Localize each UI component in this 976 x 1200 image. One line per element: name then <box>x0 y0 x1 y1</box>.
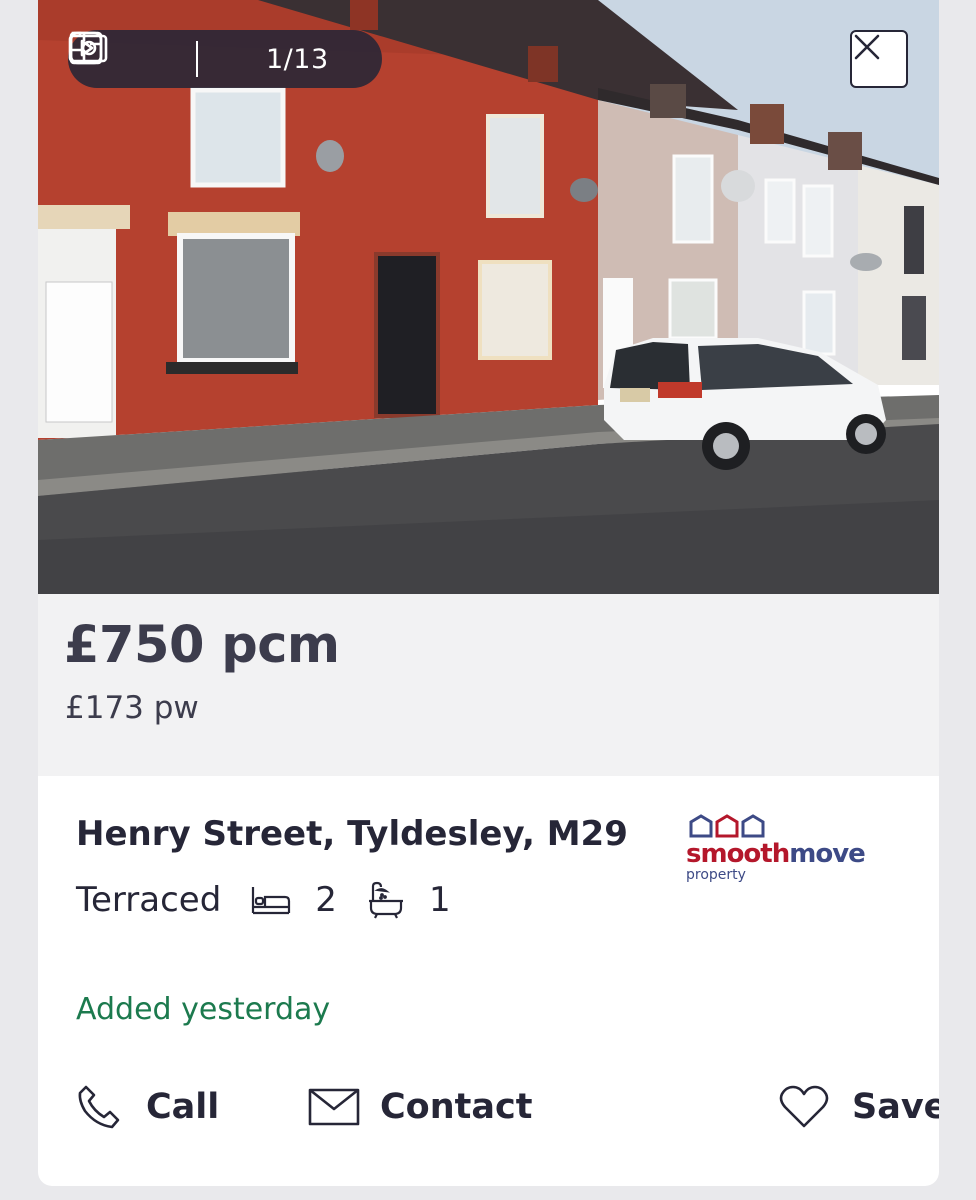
price-section: £750 pcm £173 pw <box>38 594 939 776</box>
call-button[interactable]: Call <box>76 1082 219 1132</box>
play-icon[interactable] <box>69 31 178 78</box>
close-button[interactable] <box>850 30 908 88</box>
save-button[interactable]: Save <box>778 1082 939 1132</box>
bed-icon <box>251 885 291 915</box>
call-label: Call <box>146 1087 220 1127</box>
envelope-icon <box>308 1088 360 1126</box>
agent-brand-blue: move <box>789 839 866 869</box>
media-toolbar: 1/13 <box>68 30 382 88</box>
price-weekly: £173 pw <box>65 690 199 726</box>
property-type: Terraced <box>76 880 222 920</box>
agent-logo-houses <box>688 814 896 838</box>
bathroom-count: 1 <box>428 880 451 920</box>
bath-icon <box>367 881 405 919</box>
agent-brand-sub: property <box>686 867 746 883</box>
bedroom-count: 2 <box>315 880 337 920</box>
contact-button[interactable]: Contact <box>308 1082 532 1132</box>
agent-logo[interactable]: smoothmove property <box>686 814 896 894</box>
street-photo-illustration <box>38 0 939 594</box>
property-card: 1/13 £750 pcm £173 pw Henry Street, Tyld… <box>38 0 939 1186</box>
action-bar: Call Contact Save <box>76 1082 939 1132</box>
price-monthly: £750 pcm <box>64 616 340 675</box>
property-address: Henry Street, Tyldesley, M29 <box>76 814 628 854</box>
property-features: Terraced 2 1 <box>76 880 451 920</box>
heart-icon <box>779 1085 829 1128</box>
photo-counter: 1/13 <box>266 43 329 75</box>
property-photo[interactable]: 1/13 <box>38 0 939 594</box>
contact-label: Contact <box>380 1087 533 1127</box>
added-date: Added yesterday <box>76 992 331 1027</box>
close-icon <box>854 34 880 60</box>
save-label: Save <box>852 1087 939 1127</box>
camera-icon[interactable] <box>68 31 252 78</box>
phone-icon <box>78 1085 120 1129</box>
agent-brand: smoothmove <box>686 840 896 868</box>
toolbar-divider <box>196 41 198 77</box>
agent-brand-red: smooth <box>686 839 790 869</box>
